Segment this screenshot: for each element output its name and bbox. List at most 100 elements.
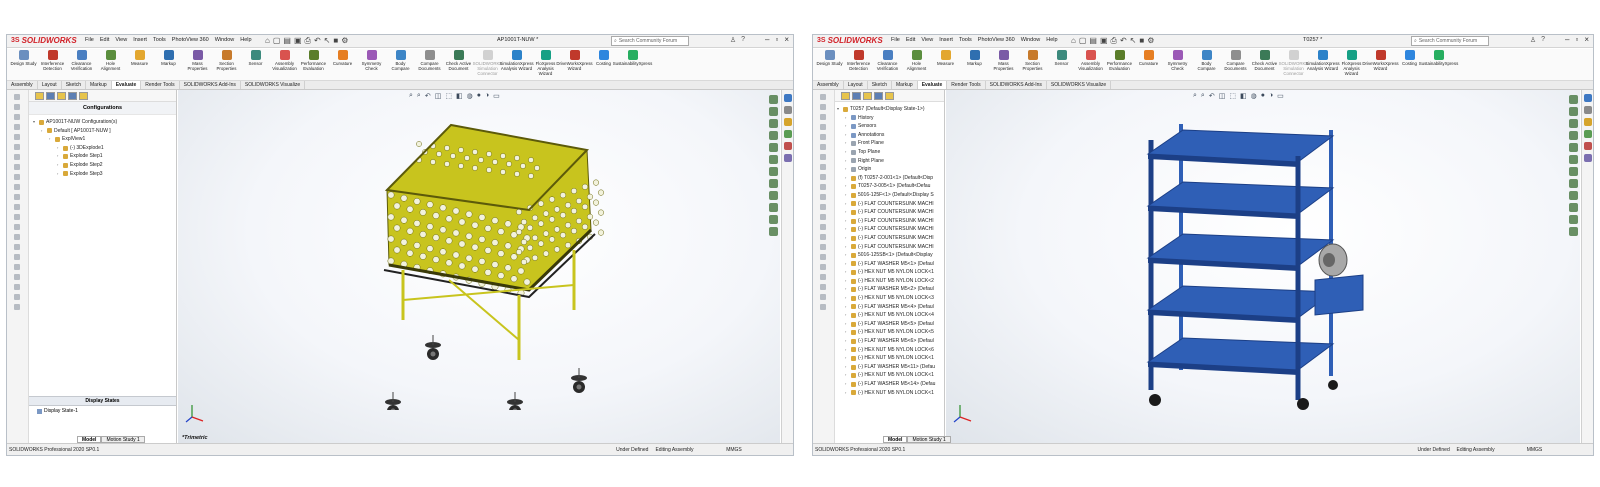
home-icon[interactable]: ⌂: [1071, 36, 1076, 46]
tree-item[interactable]: › Default [ AP1001T-NUW ]: [31, 127, 176, 136]
tree-item[interactable]: › Explode Step3: [31, 170, 176, 179]
tool-icon[interactable]: [769, 155, 778, 164]
tool-icon[interactable]: [14, 114, 20, 120]
tree-item[interactable]: › (-) FLAT WASHER M5<14> (Defau: [837, 380, 944, 389]
tree-item[interactable]: › 5016-125SB<1> (Default<Display: [837, 251, 944, 260]
tree-item[interactable]: › Top Plane: [837, 148, 944, 157]
tool-icon[interactable]: [820, 174, 826, 180]
tool-icon[interactable]: [1569, 119, 1578, 128]
unit-system[interactable]: MMGS: [726, 447, 742, 453]
tool-icon[interactable]: [820, 294, 826, 300]
minimize-icon[interactable]: –: [1565, 35, 1569, 44]
tree-item[interactable]: › Explode Step1: [31, 152, 176, 161]
print-icon[interactable]: ⎙: [305, 36, 311, 46]
menu-item[interactable]: Tools: [959, 37, 972, 43]
expand-icon[interactable]: ›: [57, 152, 61, 161]
tool-icon[interactable]: [1569, 155, 1578, 164]
menu-item[interactable]: View: [921, 37, 933, 43]
tool-button[interactable]: Symmetry Check: [1163, 49, 1192, 80]
tool-icon[interactable]: [769, 107, 778, 116]
tree-item[interactable]: ▾ AP1001T-NUW Configuration(s): [31, 118, 176, 127]
feature-tree-icon[interactable]: [841, 92, 850, 100]
home-icon[interactable]: ⌂: [265, 36, 270, 46]
tree-item[interactable]: › (-) HEX NUT M5 NYLON LOCK<3: [837, 294, 944, 303]
section-view-icon[interactable]: ◫: [1219, 92, 1226, 100]
unit-system[interactable]: MMGS: [1527, 447, 1543, 453]
tool-button[interactable]: Hole Alignment: [902, 49, 931, 80]
expand-icon[interactable]: ›: [845, 208, 849, 217]
design-library-icon[interactable]: [1583, 106, 1592, 114]
expand-icon[interactable]: ›: [845, 320, 849, 329]
previous-view-icon[interactable]: ↶: [1209, 92, 1215, 100]
tool-icon[interactable]: [14, 174, 20, 180]
tool-button[interactable]: Sensor: [241, 49, 270, 80]
tab[interactable]: Render Tools: [947, 81, 986, 89]
expand-icon[interactable]: ›: [41, 127, 45, 136]
tool-button[interactable]: Performance Evaluation: [299, 49, 328, 80]
display-style-icon[interactable]: ◧: [1240, 92, 1247, 100]
tool-icon[interactable]: [14, 124, 20, 130]
search-input[interactable]: ⌕ Search Community Forum: [1411, 36, 1489, 46]
tool-button[interactable]: DriveWorksXpress Wizard: [556, 49, 593, 80]
property-manager-icon[interactable]: [852, 92, 861, 100]
scene-icon[interactable]: ◑: [1269, 92, 1273, 100]
expand-icon[interactable]: ›: [845, 251, 849, 260]
tool-button[interactable]: SOLIDWORKS Simulation Connector: [473, 49, 502, 80]
tool-icon[interactable]: [14, 164, 20, 170]
menu-item[interactable]: Insert: [133, 37, 147, 43]
property-manager-icon[interactable]: [46, 92, 55, 100]
expand-icon[interactable]: ▾: [33, 118, 37, 127]
view-settings-icon[interactable]: ▭: [1277, 92, 1284, 100]
tool-icon[interactable]: [820, 124, 826, 130]
user-icon[interactable]: ♙: [730, 36, 736, 44]
section-view-icon[interactable]: ◫: [435, 92, 442, 100]
expand-icon[interactable]: ›: [845, 182, 849, 191]
tool-button[interactable]: Check Active Document: [1250, 49, 1279, 80]
tool-icon[interactable]: [14, 94, 20, 100]
tool-button[interactable]: Measure: [931, 49, 960, 80]
tool-button[interactable]: Mass Properties: [183, 49, 212, 80]
rebuild-icon[interactable]: ■: [1139, 36, 1144, 46]
expand-icon[interactable]: ›: [57, 161, 61, 170]
help-icon[interactable]: ?: [741, 36, 745, 44]
zoom-fit-icon[interactable]: ⌕: [1193, 92, 1197, 100]
new-icon[interactable]: ▢: [273, 36, 281, 46]
tree-item[interactable]: › 5016-125F<1> (Default<Display S: [837, 191, 944, 200]
tab-model[interactable]: Model: [883, 436, 908, 443]
tree-item[interactable]: › (-) HEX NUT M5 NYLON LOCK<1: [837, 354, 944, 363]
hide-show-icon[interactable]: ◍: [1251, 92, 1257, 100]
tool-icon[interactable]: [769, 191, 778, 200]
tool-button[interactable]: Clearance Verification: [67, 49, 96, 80]
close-icon[interactable]: ×: [784, 35, 789, 44]
select-icon[interactable]: ↖: [324, 36, 331, 46]
expand-icon[interactable]: ›: [845, 165, 849, 174]
expand-icon[interactable]: ▾: [837, 105, 841, 114]
tool-button[interactable]: SimulationXpress Analysis Wizard: [1305, 49, 1340, 80]
tree-item[interactable]: › Explode Step2: [31, 161, 176, 170]
tab[interactable]: Assembly: [7, 81, 38, 89]
tool-button[interactable]: Hole Alignment: [96, 49, 125, 80]
tool-button[interactable]: SimulationXpress Analysis Wizard: [499, 49, 534, 80]
display-state-item[interactable]: Display State-1: [37, 408, 78, 414]
tool-icon[interactable]: [14, 214, 20, 220]
tab[interactable]: Sketch: [868, 81, 892, 89]
tool-button[interactable]: SustainabilityXpress: [1419, 49, 1458, 80]
open-icon[interactable]: ▤: [1089, 36, 1097, 46]
expand-icon[interactable]: ›: [845, 174, 849, 183]
tree-item[interactable]: › (-) FLAT WASHER M5<6> (Defaul: [837, 337, 944, 346]
tool-icon[interactable]: [14, 194, 20, 200]
tool-icon[interactable]: [820, 94, 826, 100]
view-palette-icon[interactable]: [783, 130, 792, 138]
display-manager-icon[interactable]: [885, 92, 894, 100]
tool-icon[interactable]: [820, 204, 826, 210]
tool-icon[interactable]: [820, 304, 826, 310]
tool-icon[interactable]: [769, 95, 778, 104]
minimize-icon[interactable]: –: [765, 35, 769, 44]
zoom-area-icon[interactable]: ⌕: [1201, 92, 1205, 100]
tool-button[interactable]: Body Compare: [1192, 49, 1221, 80]
tool-icon[interactable]: [14, 294, 20, 300]
tree-item[interactable]: › Right Plane: [837, 157, 944, 166]
tool-button[interactable]: Markup: [154, 49, 183, 80]
tab[interactable]: SOLIDWORKS Add-Ins: [986, 81, 1047, 89]
tree-item[interactable]: › (-) FLAT COUNTERSUNK MACHI: [837, 200, 944, 209]
